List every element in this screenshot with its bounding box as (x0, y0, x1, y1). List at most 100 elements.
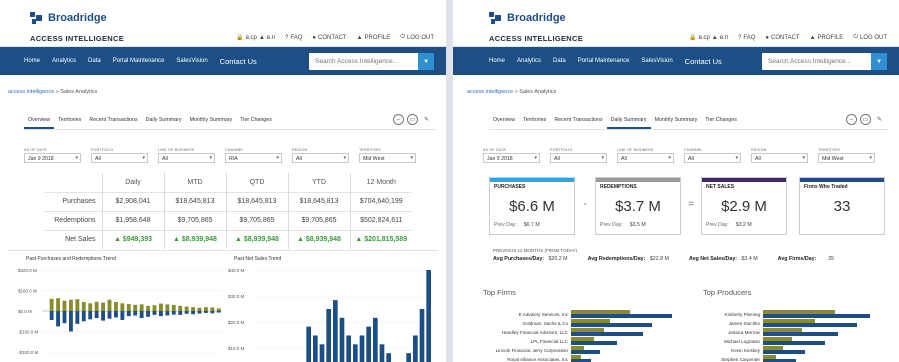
breadcrumb-home[interactable]: access intelligence (467, 89, 513, 95)
redemption-bar[interactable] (178, 311, 183, 315)
net-sales-bar[interactable] (413, 335, 418, 362)
purchase-bar[interactable] (178, 305, 183, 311)
filter-channel[interactable]: CHANNEL RIA (225, 148, 282, 163)
redemption-bar[interactable] (204, 311, 208, 313)
list-item[interactable]: Jessica Merrow (683, 328, 893, 336)
print-icon[interactable]: ▭ (860, 114, 871, 125)
filter-as-of-date[interactable]: AS OF DATE Jan 9 2018 (24, 148, 81, 163)
tab-monthly-summary[interactable]: Monthly Summary (651, 112, 702, 129)
tab-tier-changes[interactable]: Tier Changes (701, 112, 741, 129)
profile-link[interactable]: ▲ PROFILE (810, 35, 844, 41)
purchase-bar[interactable] (184, 306, 189, 311)
list-item[interactable]: Lincoln Financial, Jerry Corporation (491, 346, 701, 354)
redemption-bar[interactable] (146, 311, 150, 317)
nav-salesvision[interactable]: SalesVision (176, 58, 207, 64)
net-sales-bar[interactable] (353, 344, 358, 362)
contact-link[interactable]: ● CONTACT (765, 35, 799, 41)
list-item[interactable]: Handley Financial Advisors, LLC (491, 328, 701, 336)
redemption-bar[interactable] (88, 311, 93, 320)
purchase-bar[interactable] (152, 305, 157, 311)
filter-as-of-date[interactable]: AS OF DATE Jan 9 2018 (483, 148, 540, 163)
purchase-bar[interactable] (62, 300, 67, 311)
redemption-bar[interactable] (171, 311, 176, 315)
list-item[interactable]: Kimberly Fleming (683, 310, 893, 318)
nav-home[interactable]: Home (489, 58, 505, 64)
search-dropdown-button[interactable]: ▼ (871, 53, 887, 70)
redemption-bar[interactable] (210, 311, 215, 314)
minus-icon[interactable]: – (393, 114, 404, 125)
user-link[interactable]: 🔒 ʙ.cp ▲ ʙ.ri (236, 34, 275, 42)
purchase-bar[interactable] (88, 303, 93, 311)
list-item[interactable]: E Advisory Services, Inc (491, 310, 701, 318)
purchase-bar[interactable] (210, 307, 215, 311)
minus-icon[interactable]: – (846, 114, 857, 125)
redemption-bar[interactable] (114, 311, 118, 318)
logout-link[interactable]: ⏻ LOG OUT (400, 34, 434, 41)
purchase-bar[interactable] (159, 303, 163, 311)
net-sales-bar[interactable] (326, 308, 331, 362)
redemption-bar[interactable] (197, 311, 202, 314)
contact-link[interactable]: ● CONTACT (312, 35, 346, 41)
purchase-bar[interactable] (101, 302, 105, 311)
tab-overview[interactable]: Overview (24, 112, 55, 129)
nav-analytics[interactable]: Analytics (517, 58, 541, 64)
logo[interactable]: Broadridge (489, 12, 566, 24)
purchase-bar[interactable] (171, 304, 176, 311)
filter-territory[interactable]: TERRITORY Mid West (359, 148, 416, 163)
purchase-bar[interactable] (146, 305, 150, 311)
tab-daily-summary[interactable]: Daily Summary (606, 112, 651, 129)
purchase-bar[interactable] (165, 304, 170, 311)
breadcrumb-home[interactable]: access intelligence (8, 89, 54, 95)
edit-icon[interactable]: ✎ (421, 114, 432, 125)
purchase-bar[interactable] (107, 299, 112, 311)
logo[interactable]: Broadridge (30, 12, 107, 24)
redemption-bar[interactable] (56, 311, 60, 327)
redemption-bar[interactable] (191, 311, 195, 315)
nav-data[interactable]: Data (88, 58, 101, 64)
list-item[interactable]: Michael Lugrasso (683, 337, 893, 345)
nav-contact-us[interactable]: Contact Us (685, 57, 722, 66)
net-sales-bar[interactable] (373, 317, 378, 362)
filter-portfolio[interactable]: PORTFOLIO All (91, 148, 148, 163)
net-sales-bar[interactable] (366, 326, 371, 362)
redemption-bar[interactable] (62, 311, 67, 324)
profile-link[interactable]: ▲ PROFILE (357, 35, 391, 41)
filter-channel[interactable]: CHANNEL All (684, 148, 741, 163)
filter-portfolio[interactable]: PORTFOLIO All (550, 148, 607, 163)
user-link[interactable]: 🔒 ʙ.cp ▲ ʙ.ri (689, 34, 728, 42)
purchase-bar[interactable] (56, 298, 60, 311)
purchase-bar[interactable] (49, 298, 54, 311)
list-item[interactable]: Royal Alliance Associates, Inc (491, 355, 701, 362)
net-sales-bar[interactable] (386, 353, 391, 362)
tab-tier-changes[interactable]: Tier Changes (236, 112, 276, 129)
redemption-bar[interactable] (49, 311, 54, 320)
nav-data[interactable]: Data (553, 58, 566, 64)
faq-link[interactable]: ? FAQ (738, 35, 755, 41)
redemption-bar[interactable] (75, 311, 80, 324)
nav-portal-maintenance[interactable]: Portal Maintenance (113, 58, 165, 64)
list-item[interactable]: James Stuchko (683, 319, 893, 327)
redemption-bar[interactable] (101, 311, 105, 321)
tab-territories[interactable]: Territories (54, 112, 85, 129)
net-sales-bar[interactable] (406, 353, 411, 362)
net-sales-bar[interactable] (419, 308, 425, 362)
redemption-bar[interactable] (126, 311, 131, 317)
nav-portal-maintenance[interactable]: Portal Maintenance (578, 58, 630, 64)
filter-line-of-business[interactable]: LINE OF BUSINESS All (617, 148, 674, 163)
purchase-bar[interactable] (191, 307, 195, 311)
redemption-bar[interactable] (81, 311, 86, 322)
net-sales-card[interactable]: NET SALES $2.9 M Prev Day: $3.2 M (701, 177, 787, 235)
list-item[interactable]: Kevin Kinskey (683, 346, 893, 354)
purchase-bar[interactable] (69, 299, 73, 311)
list-item[interactable]: LPL Financial LLC (491, 337, 701, 345)
redemption-bar[interactable] (159, 311, 163, 317)
tab-recent-transactions[interactable]: Recent Transactions (550, 112, 606, 129)
redemption-bar[interactable] (94, 311, 99, 319)
redemption-bar[interactable] (184, 311, 189, 314)
print-icon[interactable]: ▭ (407, 114, 418, 125)
list-item[interactable]: Goldman, Sachs & Co (491, 319, 701, 327)
net-sales-bar[interactable] (319, 344, 325, 362)
logout-link[interactable]: ⏻ LOG OUT (853, 34, 887, 41)
purchase-bar[interactable] (139, 304, 144, 311)
nav-home[interactable]: Home (24, 58, 40, 64)
